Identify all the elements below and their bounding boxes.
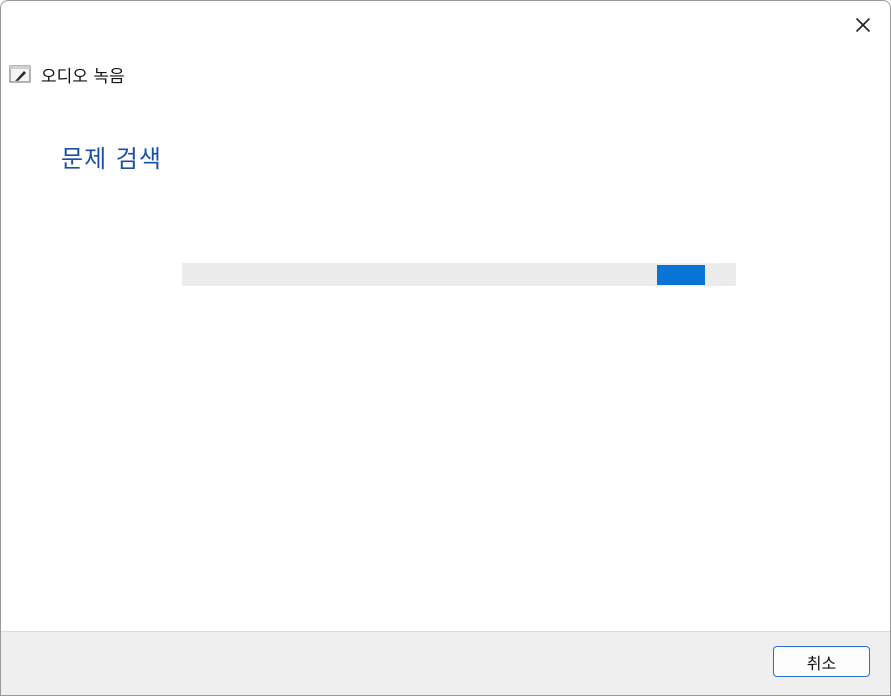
cancel-button[interactable]: 취소	[773, 646, 870, 677]
close-icon	[855, 17, 871, 37]
page-heading: 문제 검색	[61, 145, 162, 173]
troubleshooter-icon	[9, 64, 31, 84]
close-button[interactable]	[847, 11, 879, 43]
troubleshooter-window: 오디오 녹음 문제 검색 취소	[0, 0, 891, 696]
app-header: 오디오 녹음	[9, 63, 125, 87]
app-title: 오디오 녹음	[41, 66, 125, 87]
progress-bar	[182, 263, 736, 286]
footer-bar: 취소	[1, 631, 890, 695]
progress-indicator	[657, 265, 705, 285]
